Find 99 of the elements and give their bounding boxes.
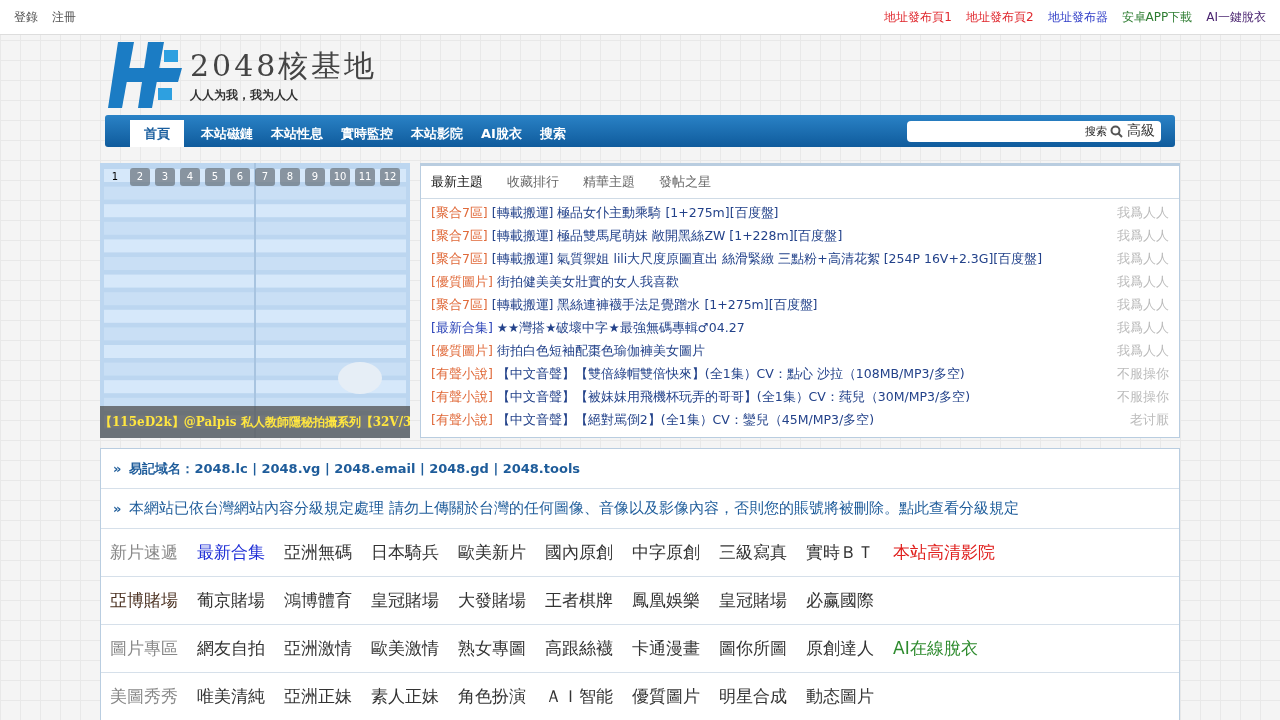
topic-category[interactable]: [最新合集] [431,320,493,337]
category-link[interactable]: 實時ＢＴ [806,541,874,564]
topic-title[interactable]: [轉載搬運] 氣質禦姐 lili大尺度原圖直出 絲滑緊緻 三點粉+高清花絮 [254P 16V+2.3G][百度盤] [491,251,1043,268]
category-link[interactable]: 明星合成 [719,685,787,708]
category-label: 美圖秀秀 [110,685,178,708]
category-link[interactable]: 圖你所圖 [719,637,787,660]
topic-author: 我爲人人 [1117,205,1169,222]
topic-author: 我爲人人 [1117,274,1169,291]
top-link[interactable]: 地址發布器 [1047,8,1108,26]
search-field[interactable]: 搜索 高級 [907,120,1161,142]
notice-link[interactable]: 本網站已依台灣網站內容分級規定處理 請勿上傳關於台灣的任何圖像、音像以及影像內容，否則您的賬號將被刪除。點此查看分級規定 [129,499,1020,518]
topic-title[interactable]: [轉載搬運] 極品雙馬尾萌妹 敞開黑絲ZW [1+228m][百度盤] [491,228,843,245]
slide-caption[interactable]: 【115eD2k】@Palpis 私人教師隱秘拍攝系列【32V/3 [100,406,410,438]
category-link[interactable]: 亞洲正妹 [284,685,352,708]
topic-title[interactable]: 街拍健美美女壯實的女人我喜歡 [496,274,679,291]
category-link[interactable]: 動态圖片 [806,685,874,708]
topic-category[interactable]: [有聲小說] [431,366,493,383]
nav-tab[interactable]: 本站影院 [402,120,472,147]
category-link[interactable]: 亞洲無碼 [284,541,352,564]
topic-tab[interactable]: 收藏排行 [507,173,559,191]
category-link[interactable]: 中字原創 [632,541,700,564]
logo-title: 2048核基地 [190,47,378,85]
topic-category[interactable]: [聚合7區] [431,297,488,314]
top-link[interactable]: 登錄 [14,8,38,26]
topic-author: 我爲人人 [1117,343,1169,360]
topic-category[interactable]: [聚合7區] [431,251,488,268]
category-link[interactable]: 國內原創 [545,541,613,564]
category-label: 亞博賭場 [110,589,178,612]
top-link[interactable]: AI一鍵脫衣 [1206,8,1266,26]
nav-tab[interactable]: 首頁 [130,120,184,147]
category-link[interactable]: 原創達人 [806,637,874,660]
category-link[interactable]: 熟女專圖 [458,637,526,660]
topic-title[interactable]: 【中文音聲】【絕對駡倒2】(全1集）CV：鑾兒（45M/MP3/多空) [496,412,875,429]
category-link[interactable]: 角色扮演 [458,685,526,708]
category-link[interactable]: 葡京賭場 [197,589,265,612]
topic-category[interactable]: [聚合7區] [431,205,488,222]
advanced-search-link[interactable]: 高級 [1127,122,1155,140]
topic-author: 不服操你 [1117,389,1169,406]
topic-title[interactable]: ★★灣搭★破壞中字★最強無碼專輯♂04.27 [496,320,745,337]
category-link[interactable]: 素人正妹 [371,685,439,708]
category-link[interactable]: 本站高清影院 [893,541,995,564]
category-link[interactable]: 網友自拍 [197,637,265,660]
category-link[interactable]: 皇冠賭場 [371,589,439,612]
topic-title[interactable]: [轉載搬運] 黑絲連褲襪手法足覺蹭水 [1+275m][百度盤] [491,297,818,314]
category-link[interactable]: 必赢國際 [806,589,874,612]
topic-author: 老讨厭 [1130,412,1169,429]
topic-author: 我爲人人 [1117,228,1169,245]
slide-page-button[interactable]: 1 [105,168,125,186]
category-link[interactable]: 鳳凰娛樂 [632,589,700,612]
category-link[interactable]: 歐美新片 [458,541,526,564]
topic-title[interactable]: 街拍白色短袖配棗色瑜伽褲美女圖片 [496,343,705,360]
marker: » [113,461,122,476]
top-link[interactable]: 地址發布頁1 [884,8,952,26]
topic-title[interactable]: [轉載搬運] 極品女仆主動乘騎 [1+275m][百度盤] [491,205,779,222]
topic-category[interactable]: [聚合7區] [431,228,488,245]
topic-author: 不服操你 [1117,366,1169,383]
nav-tab[interactable]: 本站性息 [262,120,332,147]
category-link[interactable]: 三級寫真 [719,541,787,564]
domain-list: 易記域名：2048.lc | 2048.vg | 2048.email | 2048.gd | 2048.tools [129,459,581,478]
topic-tab[interactable]: 最新主題 [431,173,483,191]
category-link[interactable]: 優質圖片 [632,685,700,708]
nav-tab[interactable]: 實時監控 [332,120,402,147]
category-label: 圖片專區 [110,637,178,660]
category-link[interactable]: 唯美清純 [197,685,265,708]
topic-author: 我爲人人 [1117,297,1169,314]
topic-category[interactable]: [優質圖片] [431,343,493,360]
marker: » [113,501,122,516]
category-link[interactable]: ＡＩ智能 [545,685,613,708]
nav-tab[interactable]: 本站磁鏈 [192,120,262,147]
topic-category[interactable]: [有聲小說] [431,389,493,406]
category-link[interactable]: 卡通漫畫 [632,637,700,660]
topic-category[interactable]: [有聲小說] [431,412,493,429]
category-link[interactable]: AI在線脫衣 [893,637,978,660]
topic-author: 我爲人人 [1117,320,1169,337]
category-link[interactable]: 高跟絲襪 [545,637,613,660]
category-link[interactable]: 歐美激情 [371,637,439,660]
nav-tab[interactable]: 搜索 [530,120,575,147]
category-link[interactable]: 鴻博體育 [284,589,352,612]
category-label: 新片速遞 [110,541,178,564]
top-link[interactable]: 地址發布頁2 [965,8,1034,26]
nav-tab[interactable]: AI脫衣 [472,120,531,147]
category-link[interactable]: 皇冠賭場 [719,589,787,612]
category-link[interactable]: 大發賭場 [458,589,526,612]
logo-slogan: 人人为我，我为人人 [190,87,299,104]
topic-title[interactable]: 【中文音聲】【被妹妹用飛機杯玩弄的哥哥】(全1集）CV：莼兒（30M/MP3/多空) [496,389,971,406]
top-link[interactable]: 安卓APP下載 [1121,8,1193,26]
top-link[interactable]: 注冊 [52,8,76,26]
category-link[interactable]: 王者棋牌 [545,589,613,612]
category-link[interactable]: 日本騎兵 [371,541,439,564]
topic-title[interactable]: 【中文音聲】【雙倍綠帽雙倍快來】(全1集）CV：點心 沙拉（108MB/MP3/多空) [496,366,965,383]
topic-author: 我爲人人 [1117,251,1169,268]
search-button[interactable]: 搜索 [1085,123,1123,139]
topic-category[interactable]: [優質圖片] [431,274,493,291]
topic-tab[interactable]: 精華主題 [583,173,635,191]
category-link[interactable]: 亞洲激情 [284,637,352,660]
category-link[interactable]: 最新合集 [197,541,265,564]
logo-icon [108,42,182,108]
search-icon [1110,124,1123,138]
topic-tab[interactable]: 發帖之星 [659,173,711,191]
